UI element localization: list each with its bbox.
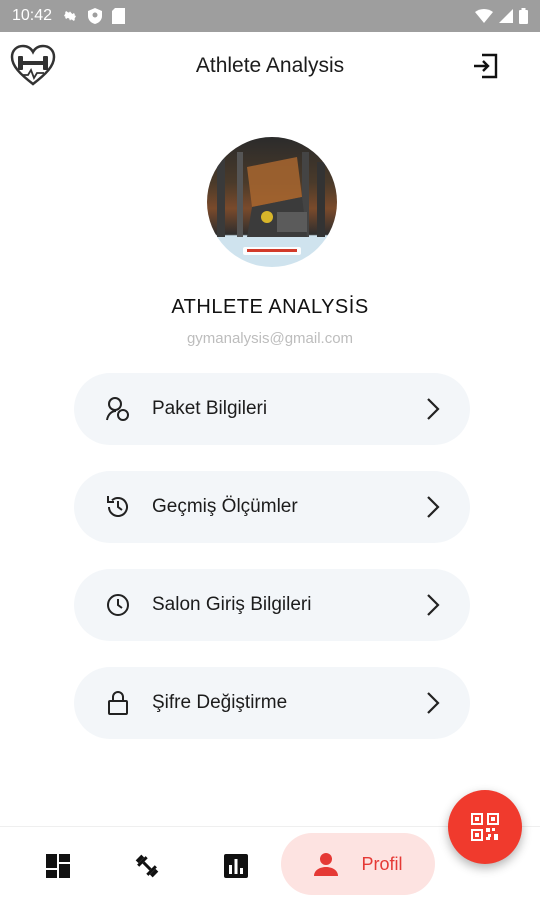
settings-icon	[64, 11, 77, 21]
page-title: Athlete Analysis	[195, 54, 345, 77]
nav-item-profile[interactable]: Profil	[281, 833, 435, 895]
chevron-right-icon	[427, 692, 440, 714]
person-icon	[314, 853, 339, 876]
qr-code-icon	[471, 813, 499, 841]
logout-icon[interactable]	[472, 52, 500, 80]
shield-icon	[88, 8, 103, 24]
app-bar: Athlete Analysis	[0, 32, 540, 102]
menu-item-label: Paket Bilgileri	[152, 398, 268, 419]
chevron-right-icon	[427, 594, 440, 616]
history-icon	[104, 493, 132, 521]
sim-card-icon	[112, 8, 126, 24]
package-info-icon	[104, 395, 132, 423]
nav-item-dashboard[interactable]	[38, 841, 78, 891]
chevron-right-icon	[427, 496, 440, 518]
profile-name: ATHLETE ANALYSİS	[171, 296, 369, 318]
status-bar: 10:42	[0, 0, 540, 32]
menu-item-history[interactable]: Geçmiş Ölçümler	[74, 471, 470, 543]
nav-item-statistics[interactable]	[216, 841, 256, 891]
nav-profile-label: Profil	[361, 853, 403, 874]
profile-email: gymanalysis@gmail.com	[186, 330, 354, 347]
menu-item-label: Şifre Değiştirme	[152, 692, 288, 713]
bar-chart-icon	[224, 854, 248, 878]
status-time: 10:42	[12, 7, 53, 24]
fitness-icon	[135, 854, 159, 878]
chevron-right-icon	[427, 398, 440, 420]
qr-code-button[interactable]	[448, 790, 522, 864]
dashboard-icon	[46, 854, 70, 878]
wifi-icon	[475, 9, 493, 23]
gym-photo	[217, 152, 325, 255]
signal-icon	[499, 9, 513, 23]
avatar	[207, 137, 337, 267]
nav-item-fitness[interactable]	[127, 841, 167, 891]
menu-item-change-password[interactable]: Şifre Değiştirme	[74, 667, 470, 739]
menu-item-label: Salon Giriş Bilgileri	[152, 594, 312, 615]
battery-icon	[519, 8, 528, 24]
menu-item-package-info[interactable]: Paket Bilgileri	[74, 373, 470, 445]
clock-icon	[104, 591, 132, 619]
menu-item-gym-entry[interactable]: Salon Giriş Bilgileri	[74, 569, 470, 641]
lock-icon	[104, 689, 132, 717]
menu-item-label: Geçmiş Ölçümler	[152, 496, 298, 517]
